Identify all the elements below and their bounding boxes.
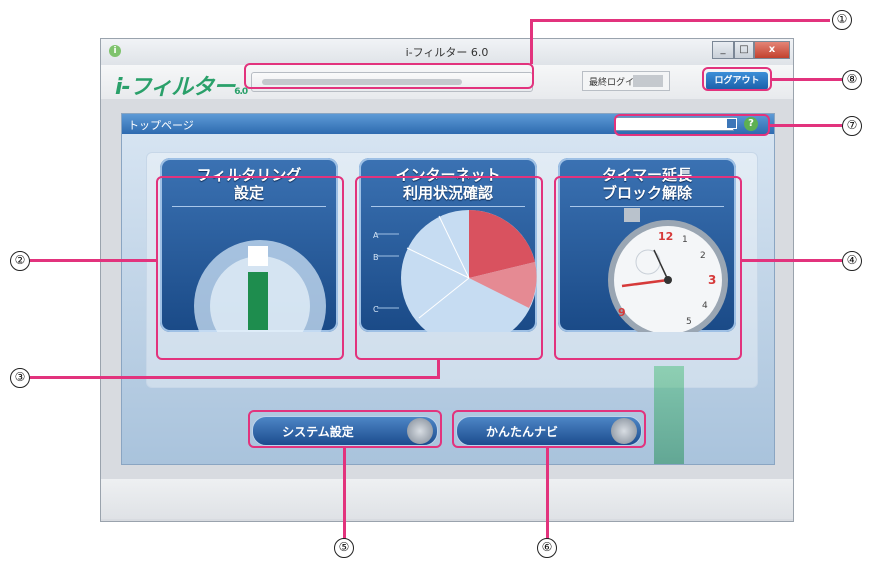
callout-line-6	[546, 448, 549, 540]
callout-highlight-address	[244, 63, 534, 89]
callout-highlight-navi	[452, 410, 646, 448]
callout-highlight-timer	[554, 176, 742, 360]
status-bar	[101, 479, 793, 519]
callout-line-8	[772, 78, 842, 81]
logo: i-フィルター6.0	[115, 69, 248, 101]
callout-line-7	[770, 124, 842, 127]
callout-8: ⑧	[842, 70, 862, 90]
callout-highlight-filtering	[156, 176, 344, 360]
callout-line-5	[343, 448, 346, 540]
callout-line-4	[742, 259, 842, 262]
callout-1: ①	[832, 10, 852, 30]
callout-4: ④	[842, 251, 862, 271]
logo-version: 6.0	[234, 87, 248, 97]
callout-line-3v	[437, 358, 440, 378]
maximize-button[interactable]: □	[734, 41, 754, 59]
title-bar: i i-フィルター 6.0 _ □ x	[101, 39, 793, 65]
last-login-box: 最終ログイン	[582, 71, 670, 91]
callout-line-1h	[530, 19, 830, 22]
window-title: i-フィルター 6.0	[405, 46, 489, 59]
callout-7: ⑦	[842, 116, 862, 136]
decorative-bar	[654, 366, 684, 464]
callout-highlight-logout	[702, 67, 772, 91]
callout-2: ②	[10, 251, 30, 271]
callout-5: ⑤	[334, 538, 354, 558]
callout-3: ③	[10, 368, 30, 388]
logo-text: i-フィルター	[115, 75, 235, 100]
callout-line-3	[30, 376, 440, 379]
callout-line-2	[30, 259, 156, 262]
callout-highlight-system	[248, 410, 442, 448]
callout-highlight-search	[614, 114, 770, 136]
minimize-button[interactable]: _	[712, 41, 734, 59]
last-login-value-blurred	[633, 75, 663, 87]
callout-highlight-usage	[355, 176, 543, 360]
callout-6: ⑥	[537, 538, 557, 558]
close-button[interactable]: x	[754, 41, 790, 59]
callout-line-1	[530, 20, 533, 64]
page-title: トップページ	[128, 119, 194, 132]
